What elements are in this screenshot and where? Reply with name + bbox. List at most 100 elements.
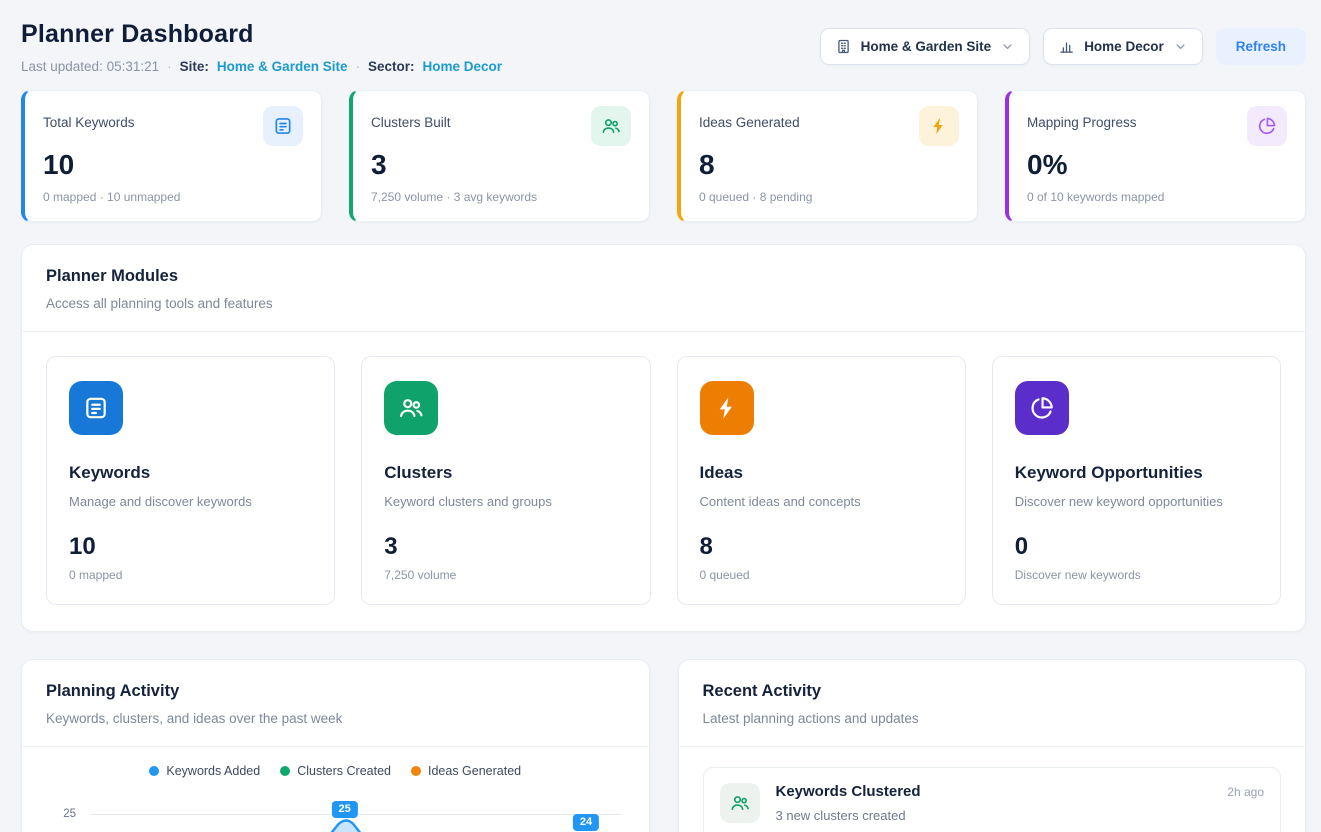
stat-value: 3 bbox=[371, 149, 631, 181]
module-title: Clusters bbox=[384, 463, 627, 483]
sector-dropdown[interactable]: Home Decor bbox=[1043, 28, 1203, 65]
module-card-keyword-opportunities[interactable]: Keyword Opportunities Discover new keywo… bbox=[992, 356, 1281, 605]
site-link[interactable]: Home & Garden Site bbox=[217, 59, 348, 74]
site-label: Site: bbox=[180, 59, 209, 74]
stat-card-mapping-progress: Mapping Progress 0% 0 of 10 keywords map… bbox=[1005, 90, 1306, 222]
activity-list: Keywords Clustered 2h ago 3 new clusters… bbox=[679, 747, 1306, 832]
module-description: Content ideas and concepts bbox=[700, 494, 943, 509]
module-stat: 10 bbox=[69, 533, 312, 561]
chart-legend: Keywords Added Clusters Created Ideas Ge… bbox=[22, 747, 649, 778]
legend-item-ideas-generated: Ideas Generated bbox=[411, 764, 521, 778]
stat-detail: 0 queued · 8 pending bbox=[699, 190, 959, 204]
users-icon bbox=[384, 381, 438, 435]
activity-item-keywords-clustered: Keywords Clustered 2h ago 3 new clusters… bbox=[703, 767, 1282, 832]
building-icon bbox=[835, 38, 852, 55]
stat-detail: 0 mapped · 10 unmapped bbox=[43, 190, 303, 204]
legend-label: Ideas Generated bbox=[428, 764, 521, 778]
sector-label: Sector: bbox=[368, 59, 415, 74]
module-title: Ideas bbox=[700, 463, 943, 483]
panel-head: Recent Activity Latest planning actions … bbox=[679, 660, 1306, 746]
planner-modules-panel: Planner Modules Access all planning tool… bbox=[21, 244, 1306, 632]
legend-item-keywords-added: Keywords Added bbox=[149, 764, 260, 778]
last-updated-text: Last updated: 05:31:21 bbox=[21, 59, 159, 74]
document-icon bbox=[69, 381, 123, 435]
panel-subtitle: Access all planning tools and features bbox=[46, 296, 1281, 311]
stat-card-ideas-generated: Ideas Generated 8 0 queued · 8 pending bbox=[677, 90, 978, 222]
meta-line: Last updated: 05:31:21 · Site: Home & Ga… bbox=[21, 59, 502, 74]
legend-label: Keywords Added bbox=[166, 764, 260, 778]
stat-label: Ideas Generated bbox=[699, 106, 800, 130]
module-stat: 8 bbox=[700, 533, 943, 561]
stats-row: Total Keywords 10 0 mapped · 10 unmapped… bbox=[21, 90, 1306, 222]
lightning-icon bbox=[919, 106, 959, 146]
panel-title: Planner Modules bbox=[46, 267, 1281, 286]
header-left: Planner Dashboard Last updated: 05:31:21… bbox=[21, 20, 502, 74]
module-description: Keyword clusters and groups bbox=[384, 494, 627, 509]
stat-value: 8 bbox=[699, 149, 959, 181]
modules-grid: Keywords Manage and discover keywords 10… bbox=[22, 332, 1305, 631]
recent-activity-panel: Recent Activity Latest planning actions … bbox=[678, 659, 1307, 832]
activity-body: Keywords Clustered 2h ago 3 new clusters… bbox=[776, 783, 1265, 823]
point-label-keywords-24: 24 bbox=[573, 814, 599, 831]
stat-detail: 0 of 10 keywords mapped bbox=[1027, 190, 1287, 204]
panel-title: Recent Activity bbox=[703, 682, 1282, 701]
module-stat: 3 bbox=[384, 533, 627, 561]
module-description: Manage and discover keywords bbox=[69, 494, 312, 509]
sector-dropdown-label: Home Decor bbox=[1084, 39, 1164, 54]
activity-timestamp: 2h ago bbox=[1227, 785, 1264, 799]
panel-subtitle: Latest planning actions and updates bbox=[703, 711, 1282, 726]
site-dropdown-label: Home & Garden Site bbox=[861, 39, 992, 54]
bar-chart-icon bbox=[1058, 38, 1075, 55]
module-stat: 0 bbox=[1015, 533, 1258, 561]
module-card-keywords[interactable]: Keywords Manage and discover keywords 10… bbox=[46, 356, 335, 605]
lightning-icon bbox=[700, 381, 754, 435]
activity-title: Keywords Clustered bbox=[776, 783, 921, 800]
planning-activity-panel: Planning Activity Keywords, clusters, an… bbox=[21, 659, 650, 832]
legend-dot-blue bbox=[149, 766, 159, 776]
module-card-ideas[interactable]: Ideas Content ideas and concepts 8 0 que… bbox=[677, 356, 966, 605]
separator-dot: · bbox=[355, 59, 360, 74]
module-description: Discover new keyword opportunities bbox=[1015, 494, 1258, 509]
stat-label: Total Keywords bbox=[43, 106, 135, 130]
header-controls: Home & Garden Site Home Decor Refresh bbox=[820, 28, 1306, 65]
activity-description: 3 new clusters created bbox=[776, 808, 1265, 823]
stat-label: Clusters Built bbox=[371, 106, 451, 130]
module-title: Keyword Opportunities bbox=[1015, 463, 1258, 483]
planning-activity-chart: 25 25 24 bbox=[46, 792, 625, 832]
panel-head: Planner Modules Access all planning tool… bbox=[22, 245, 1305, 331]
legend-label: Clusters Created bbox=[297, 764, 391, 778]
stat-label: Mapping Progress bbox=[1027, 106, 1137, 130]
module-stat-detail: 0 queued bbox=[700, 568, 943, 582]
legend-dot-green bbox=[280, 766, 290, 776]
separator-dot: · bbox=[167, 59, 172, 74]
chevron-down-icon bbox=[1173, 39, 1188, 54]
y-axis-tick-25: 25 bbox=[46, 808, 76, 820]
stat-value: 10 bbox=[43, 149, 303, 181]
chart-plot-area: 25 24 bbox=[90, 792, 621, 832]
panel-head: Planning Activity Keywords, clusters, an… bbox=[22, 660, 649, 746]
sector-link[interactable]: Home Decor bbox=[422, 59, 502, 74]
panel-subtitle: Keywords, clusters, and ideas over the p… bbox=[46, 711, 625, 726]
panel-title: Planning Activity bbox=[46, 682, 625, 701]
module-stat-detail: 0 mapped bbox=[69, 568, 312, 582]
bottom-row: Planning Activity Keywords, clusters, an… bbox=[21, 659, 1306, 832]
stat-card-clusters-built: Clusters Built 3 7,250 volume · 3 avg ke… bbox=[349, 90, 650, 222]
chevron-down-icon bbox=[1000, 39, 1015, 54]
site-dropdown[interactable]: Home & Garden Site bbox=[820, 28, 1031, 65]
legend-dot-orange bbox=[411, 766, 421, 776]
module-title: Keywords bbox=[69, 463, 312, 483]
planner-dashboard-page: Planner Dashboard Last updated: 05:31:21… bbox=[0, 0, 1321, 832]
stat-card-total-keywords: Total Keywords 10 0 mapped · 10 unmapped bbox=[21, 90, 322, 222]
refresh-button[interactable]: Refresh bbox=[1216, 28, 1306, 65]
module-stat-detail: 7,250 volume bbox=[384, 568, 627, 582]
stat-detail: 7,250 volume · 3 avg keywords bbox=[371, 190, 631, 204]
module-card-clusters[interactable]: Clusters Keyword clusters and groups 3 7… bbox=[361, 356, 650, 605]
users-icon bbox=[720, 783, 760, 823]
pie-chart-icon bbox=[1247, 106, 1287, 146]
page-title: Planner Dashboard bbox=[21, 20, 502, 49]
pie-chart-icon bbox=[1015, 381, 1069, 435]
point-label-keywords-25: 25 bbox=[332, 801, 358, 818]
legend-item-clusters-created: Clusters Created bbox=[280, 764, 391, 778]
users-icon bbox=[591, 106, 631, 146]
document-icon bbox=[263, 106, 303, 146]
